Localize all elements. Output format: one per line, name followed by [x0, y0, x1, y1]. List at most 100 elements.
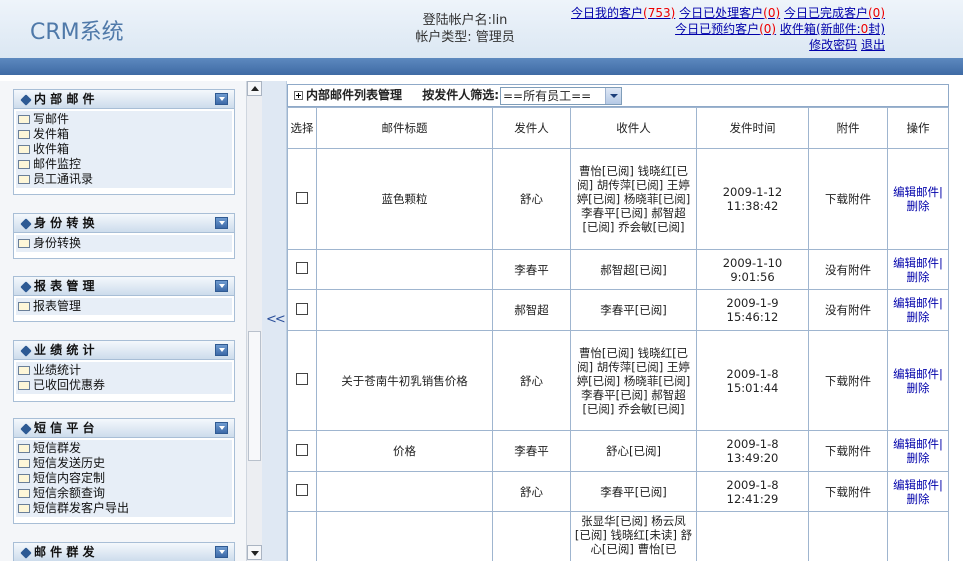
attachment-link[interactable]: 下载附件	[808, 430, 888, 472]
sidebar-item-sms-export[interactable]: 短信群发客户导出	[18, 501, 230, 516]
sidebar-item-sms-balance[interactable]: 短信余额查询	[18, 486, 230, 501]
mail-time: 2009-1-8 15:01:44	[696, 330, 809, 431]
mail-title[interactable]: 蓝色颗粒	[316, 148, 493, 250]
row-select-cell	[287, 148, 317, 250]
mail-sender: 李春平	[492, 430, 571, 472]
delete-mail-link[interactable]: 删除	[891, 381, 945, 395]
edit-mail-link[interactable]: 编辑邮件|	[891, 185, 945, 199]
collapse-icon[interactable]	[215, 93, 228, 105]
row-checkbox[interactable]	[296, 302, 308, 315]
mail-recipients: 郝智超[已阅]	[570, 249, 697, 290]
collapse-icon[interactable]	[215, 344, 228, 356]
folder-icon	[18, 175, 30, 184]
collapse-icon[interactable]	[215, 280, 228, 292]
edit-mail-link[interactable]: 编辑邮件|	[891, 437, 945, 451]
mail-title[interactable]: 价格	[316, 430, 493, 472]
today-my-customers-link[interactable]: 今日我的客户(753)	[571, 6, 675, 20]
mail-title[interactable]	[316, 511, 493, 561]
change-password-link[interactable]: 修改密码	[809, 38, 857, 52]
edit-mail-link[interactable]: 编辑邮件|	[891, 256, 945, 270]
delete-mail-link[interactable]: 删除	[891, 310, 945, 324]
mail-title[interactable]	[316, 471, 493, 512]
sidebar-section-header[interactable]: 身 份 转 换	[14, 214, 234, 233]
col-select: 选择	[287, 107, 317, 149]
table-row: 价格 李春平 舒心[已阅] 2009-1-8 13:49:20 下载附件 编辑邮件| 删除	[287, 430, 949, 472]
row-select-cell	[287, 511, 317, 561]
collapse-icon[interactable]	[215, 422, 228, 434]
collapse-icon[interactable]	[215, 217, 228, 229]
sidebar-section-header[interactable]: 内 部 邮 件	[14, 90, 234, 109]
mail-recipients: 张显华[已阅] 杨云凤[已阅] 钱晓红[未读] 舒心[已阅] 曹怡[已	[570, 511, 697, 561]
scroll-down-icon[interactable]	[247, 545, 262, 560]
folder-icon	[18, 115, 30, 124]
today-done-link[interactable]: 今日已完成客户(0)	[784, 6, 885, 20]
table-row: 舒心 李春平[已阅] 2009-1-8 12:41:29 下载附件 编辑邮件| 删除	[287, 471, 949, 512]
row-select-cell	[287, 430, 317, 472]
sidebar-scrollbar[interactable]	[246, 81, 262, 561]
scroll-thumb[interactable]	[248, 331, 261, 461]
sidebar-section-header[interactable]: 报 表 管 理	[14, 277, 234, 296]
logout-link[interactable]: 退出	[861, 38, 885, 52]
row-checkbox[interactable]	[296, 262, 308, 274]
sidebar-item-write-mail[interactable]: 写邮件	[18, 112, 230, 127]
collapse-icon[interactable]	[215, 546, 228, 558]
list-toolbar: 内部邮件列表管理 按发件人筛选: ==所有员工==	[287, 84, 949, 107]
header-links: 今日我的客户(753) 今日已处理客户(0) 今日已完成客户(0) 今日已预约客…	[571, 5, 885, 53]
edit-mail-link[interactable]: 编辑邮件|	[891, 478, 945, 492]
attachment-link[interactable]	[808, 511, 888, 561]
sidebar-item-reports[interactable]: 报表管理	[18, 299, 230, 314]
row-checkbox[interactable]	[296, 484, 308, 496]
dropdown-arrow-icon[interactable]	[605, 88, 621, 104]
mail-title[interactable]: 关于苍南牛初乳销售价格	[316, 330, 493, 431]
sidebar-item-inbox[interactable]: 收件箱	[18, 142, 230, 157]
expand-icon[interactable]	[294, 91, 303, 100]
sidebar-item-sms-template[interactable]: 短信内容定制	[18, 471, 230, 486]
sender-filter-select[interactable]: ==所有员工==	[500, 87, 622, 105]
mail-sender: 郝智超	[492, 289, 571, 331]
sidebar-item-mail-monitor[interactable]: 邮件监控	[18, 157, 230, 172]
account-type: 帐户类型: 管理员	[415, 30, 515, 45]
sidebar-item-sms-send[interactable]: 短信群发	[18, 441, 230, 456]
folder-icon	[18, 474, 30, 483]
scroll-up-icon[interactable]	[247, 81, 262, 96]
mail-title[interactable]	[316, 249, 493, 290]
attachment-link[interactable]: 下载附件	[808, 471, 888, 512]
edit-mail-link[interactable]: 编辑邮件|	[891, 296, 945, 310]
attachment-link[interactable]: 下载附件	[808, 148, 888, 250]
attachment-link[interactable]: 没有附件	[808, 289, 888, 331]
folder-icon	[18, 444, 30, 453]
today-reserved-link[interactable]: 今日已预约客户(0)	[675, 22, 776, 36]
sidebar-item-performance[interactable]: 业绩统计	[18, 363, 230, 378]
delete-mail-link[interactable]: 删除	[891, 492, 945, 506]
sidebar-item-identity-switch[interactable]: 身份转换	[18, 236, 230, 251]
sidebar-section-header[interactable]: 短 信 平 台	[14, 419, 234, 438]
inbox-link[interactable]: 收件箱(新邮件:0封)	[780, 22, 885, 36]
filter-label: 按发件人筛选:	[422, 88, 500, 102]
row-checkbox[interactable]	[296, 443, 308, 456]
folder-icon	[18, 459, 30, 468]
sidebar-section-header[interactable]: 邮 件 群 发	[14, 543, 234, 561]
sidebar-section-header[interactable]: 业 绩 统 计	[14, 341, 234, 360]
collapse-sidebar-icon[interactable]: <<	[266, 312, 286, 327]
row-checkbox[interactable]	[296, 191, 308, 204]
attachment-link[interactable]: 没有附件	[808, 249, 888, 290]
delete-mail-link[interactable]: 删除	[891, 199, 945, 213]
delete-mail-link[interactable]: 删除	[891, 451, 945, 465]
attachment-link[interactable]: 下载附件	[808, 330, 888, 431]
mail-time: 2009-1-8 12:41:29	[696, 471, 809, 512]
folder-icon	[18, 504, 30, 513]
folder-icon	[18, 145, 30, 154]
sidebar-item-outbox[interactable]: 发件箱	[18, 127, 230, 142]
table-row: 关于苍南牛初乳销售价格 舒心 曹怡[已阅] 钱晓红[已阅] 胡传萍[已阅] 王婷婷[…	[287, 330, 949, 431]
row-checkbox[interactable]	[296, 373, 308, 385]
sidebar: 内 部 邮 件 写邮件 发件箱 收件箱 邮件监控 员工通讯录 身 份 转 换 身…	[0, 81, 248, 561]
sidebar-item-sms-history[interactable]: 短信发送历史	[18, 456, 230, 471]
today-handled-link[interactable]: 今日已处理客户(0)	[679, 6, 780, 20]
sidebar-toggle[interactable]: <<	[262, 81, 286, 561]
edit-mail-link[interactable]: 编辑邮件|	[891, 367, 945, 381]
mail-title[interactable]	[316, 289, 493, 331]
sidebar-section-sms: 短 信 平 台 短信群发 短信发送历史 短信内容定制 短信余额查询 短信群发客户…	[13, 418, 235, 524]
sidebar-item-coupons[interactable]: 已收回优惠券	[18, 378, 230, 393]
delete-mail-link[interactable]: 删除	[891, 270, 945, 284]
sidebar-item-directory[interactable]: 员工通讯录	[18, 172, 230, 187]
